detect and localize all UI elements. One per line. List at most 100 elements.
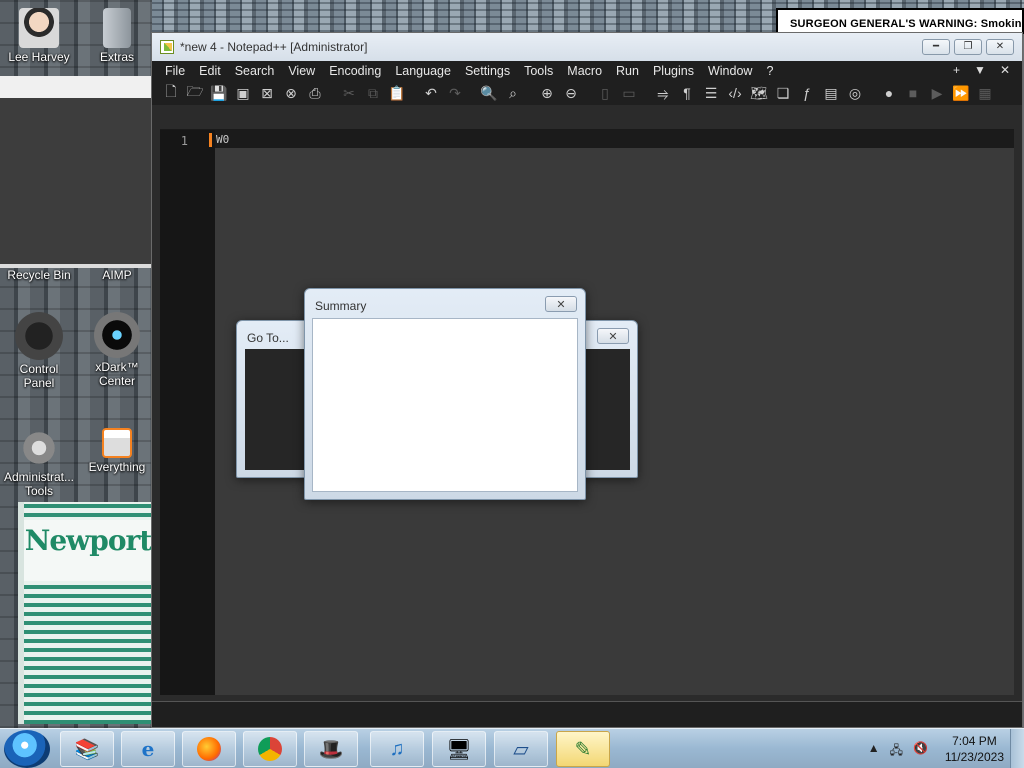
desktop-icon-label: AIMP	[102, 268, 132, 282]
editor-text[interactable]: W0	[216, 133, 229, 146]
minimize-button[interactable]: ━	[922, 39, 950, 55]
close-file-icon[interactable]: ⊠	[256, 82, 278, 104]
show-hidden-icons-icon[interactable]: ▲	[868, 741, 880, 762]
menu-plugins[interactable]: Plugins	[646, 64, 701, 78]
surgeon-general-warning: SURGEON GENERAL'S WARNING: Smoking	[776, 8, 1024, 34]
sync-horizontal-icon[interactable]: ▭	[618, 82, 640, 104]
folder-as-workspace-icon[interactable]: ▤	[820, 82, 842, 104]
window-icon: ▱	[513, 738, 529, 761]
summary-close-button[interactable]: ✕	[545, 296, 577, 312]
taskbar-notepad-plus-plus[interactable]: ✎	[556, 731, 610, 767]
function-list-icon[interactable]: ƒ	[796, 82, 818, 104]
cut-icon[interactable]: ✂	[338, 82, 360, 104]
desktop-icon-xdark-center[interactable]: xDark™ Center	[81, 312, 153, 388]
save-icon[interactable]: 💾	[208, 82, 230, 104]
desktop-icon-label: Administrat... Tools	[3, 470, 75, 498]
menu-encoding[interactable]: Encoding	[322, 64, 388, 78]
desktop-icon-administrative-tools[interactable]: Administrat... Tools	[3, 428, 75, 498]
clock-time: 7:04 PM	[952, 734, 997, 748]
current-line-highlight	[215, 130, 1014, 148]
menu-run[interactable]: Run	[609, 64, 646, 78]
goto-close-button[interactable]: ✕	[597, 328, 629, 344]
save-all-icon[interactable]: ▣	[232, 82, 254, 104]
firefox-icon	[197, 737, 221, 761]
taskbar-music-player[interactable]: ♫	[370, 731, 424, 767]
menu-view[interactable]: View	[281, 64, 322, 78]
desktop-icon-label: xDark™ Center	[95, 360, 139, 388]
paste-icon[interactable]: 📋	[386, 82, 408, 104]
start-button[interactable]	[4, 730, 50, 768]
volume-muted-icon[interactable]: 🔇	[913, 741, 928, 762]
menu-edit[interactable]: Edit	[192, 64, 228, 78]
show-all-characters-icon[interactable]: ¶	[676, 82, 698, 104]
taskbar-remote-desktop[interactable]: 🖥	[432, 731, 486, 767]
menu-window[interactable]: Window	[701, 64, 759, 78]
run-macro-multiple-icon[interactable]: ⏩	[950, 82, 972, 104]
system-tray: ▲ 🖧 🔇	[868, 741, 928, 762]
taskbar-chrome[interactable]	[243, 731, 297, 767]
menu-macro[interactable]: Macro	[560, 64, 609, 78]
menu-file[interactable]: File	[158, 64, 192, 78]
zoom-out-icon[interactable]: ⊖	[560, 82, 582, 104]
taskbar-firefox[interactable]	[182, 731, 236, 767]
folder-cabinet-icon	[103, 8, 131, 48]
replace-icon[interactable]: ⌕	[502, 82, 524, 104]
record-macro-icon[interactable]: ●	[878, 82, 900, 104]
books-icon: 📚	[74, 738, 100, 761]
save-macro-icon[interactable]: ▦	[974, 82, 996, 104]
tab-list-dropdown-icon[interactable]: ▼	[974, 63, 986, 77]
document-list-icon[interactable]: ❏	[772, 82, 794, 104]
desktop-icon-label: Lee Harvey	[8, 50, 70, 64]
desktop-icon-aimp[interactable]: AIMP	[81, 268, 153, 282]
monitor-icon: 🖥	[446, 738, 472, 761]
taskbar: 📚 e 🎩 ♫ 🖥 ▱ ✎ ▲ 🖧 🔇 7:04 PM 11/23/2023	[0, 728, 1024, 768]
desktop-icon-everything[interactable]: Everything	[81, 428, 153, 474]
menu-tools[interactable]: Tools	[517, 64, 560, 78]
desktop-icon-control-panel[interactable]: Control Panel	[3, 312, 75, 390]
taskbar-internet-explorer[interactable]: e	[121, 731, 175, 767]
cigarette-package-image: Newport	[18, 502, 152, 724]
summary-dialog-title: Summary	[315, 299, 367, 313]
indent-guide-icon[interactable]: ☰	[700, 82, 722, 104]
system-clock[interactable]: 7:04 PM 11/23/2023	[945, 733, 1004, 765]
show-desktop-button[interactable]	[1010, 729, 1024, 768]
sync-vertical-icon[interactable]: ▯	[594, 82, 616, 104]
close-tab-icon[interactable]: ✕	[1000, 63, 1010, 77]
monitoring-icon[interactable]: ◎	[844, 82, 866, 104]
document-map-icon[interactable]: 🗺	[748, 82, 770, 104]
taskbar-app-hat[interactable]: 🎩	[304, 731, 358, 767]
status-bar	[152, 701, 1022, 727]
maximize-button[interactable]: ❐	[954, 39, 982, 55]
close-button[interactable]: ✕	[986, 39, 1014, 55]
desktop-icon-label: Everything	[88, 460, 146, 474]
print-icon[interactable]: ⎙	[304, 82, 326, 104]
find-icon[interactable]: 🔍	[478, 82, 500, 104]
window-title-bar[interactable]: *new 4 - Notepad++ [Administrator] ━ ❐ ✕	[152, 33, 1022, 61]
redo-icon[interactable]: ↷	[444, 82, 466, 104]
play-macro-icon[interactable]: ▶	[926, 82, 948, 104]
notepad-app-icon	[160, 40, 174, 54]
open-file-icon[interactable]: 🗁	[184, 82, 206, 104]
copy-icon[interactable]: ⧉	[362, 82, 384, 104]
menu-search[interactable]: Search	[228, 64, 282, 78]
desktop-icon-recycle-bin[interactable]: Recycle Bin	[3, 268, 75, 282]
new-tab-plus-icon[interactable]: +	[953, 63, 960, 77]
line-number: 1	[180, 134, 188, 148]
new-file-icon[interactable]: 🗋	[160, 82, 182, 104]
desktop-icon-label: Recycle Bin	[7, 268, 71, 282]
desktop-icon-lee-harvey[interactable]: Lee Harvey	[3, 8, 75, 64]
taskbar-archive-app[interactable]: 📚	[60, 731, 114, 767]
network-icon[interactable]: 🖧	[890, 741, 903, 762]
zoom-in-icon[interactable]: ⊕	[536, 82, 558, 104]
undo-icon[interactable]: ↶	[420, 82, 442, 104]
close-all-icon[interactable]: ⊗	[280, 82, 302, 104]
menu-help[interactable]: ?	[759, 64, 780, 78]
xml-tag-icon[interactable]: ‹/›	[724, 82, 746, 104]
summary-dialog[interactable]: Summary ✕	[304, 288, 586, 500]
menu-settings[interactable]: Settings	[458, 64, 517, 78]
stop-macro-icon[interactable]: ■	[902, 82, 924, 104]
word-wrap-icon[interactable]: ⥤	[652, 82, 674, 104]
menu-language[interactable]: Language	[388, 64, 458, 78]
desktop-icon-extras[interactable]: Extras	[81, 8, 153, 64]
taskbar-app-window[interactable]: ▱	[494, 731, 548, 767]
